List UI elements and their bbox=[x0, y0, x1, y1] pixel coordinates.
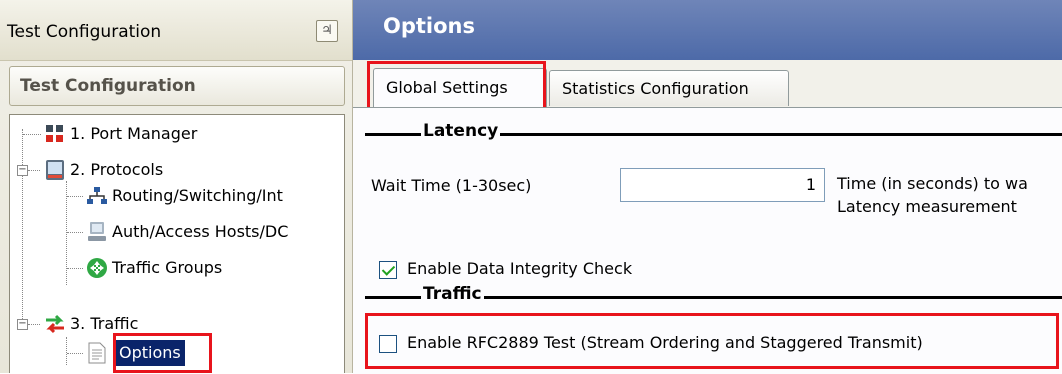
panel-titlebar: Test Configuration ♃ bbox=[0, 0, 352, 61]
tree-item-label: Traffic Groups bbox=[112, 258, 223, 277]
options-title: Options bbox=[383, 14, 475, 38]
tree-connector bbox=[67, 196, 83, 197]
tab-statistics-configuration[interactable]: Statistics Configuration bbox=[549, 70, 789, 106]
host-icon bbox=[88, 222, 106, 241]
document-icon bbox=[88, 342, 106, 364]
collapse-icon[interactable]: − bbox=[17, 165, 28, 176]
port-manager-icon bbox=[46, 125, 63, 142]
tree-item-protocols[interactable]: − 2. Protocols bbox=[10, 157, 340, 183]
tree-connector bbox=[67, 232, 83, 233]
test-configuration-header[interactable]: Test Configuration bbox=[9, 66, 345, 106]
options-panel: Options Statistics Configuration Global … bbox=[353, 0, 1062, 374]
tree-item-label: 2. Protocols bbox=[70, 160, 164, 179]
tree-item-label: Routing/Switching/Int bbox=[112, 186, 283, 205]
traffic-groups-icon bbox=[87, 258, 107, 278]
highlight-box-global-settings bbox=[367, 61, 546, 111]
tab-label: Statistics Configuration bbox=[562, 79, 749, 98]
data-integrity-label: Enable Data Integrity Check bbox=[407, 259, 633, 278]
traffic-icon bbox=[46, 314, 64, 334]
network-icon bbox=[87, 187, 107, 204]
collapse-icon[interactable]: − bbox=[17, 319, 28, 330]
tree-connector bbox=[67, 268, 83, 269]
data-integrity-checkbox[interactable] bbox=[379, 261, 397, 279]
tree-connector bbox=[23, 134, 41, 135]
protocols-icon bbox=[46, 160, 64, 180]
wait-time-input[interactable]: 1 bbox=[620, 168, 825, 202]
wait-time-label: Wait Time (1-30sec) bbox=[371, 176, 532, 195]
tree-item-port-manager[interactable]: 1. Port Manager bbox=[10, 121, 340, 147]
tree-item-auth-access-hosts[interactable]: Auth/Access Hosts/DC bbox=[10, 219, 340, 245]
highlight-box-options bbox=[113, 333, 212, 373]
tree-item-routing-switching[interactable]: Routing/Switching/Int bbox=[10, 183, 340, 209]
highlight-box-rfc2889 bbox=[365, 313, 1059, 369]
tree-item-traffic-groups[interactable]: Traffic Groups bbox=[10, 255, 340, 281]
options-titlebar: Options bbox=[353, 0, 1062, 60]
header-label: Test Configuration bbox=[20, 76, 196, 96]
tree-item-label: Auth/Access Hosts/DC bbox=[112, 222, 289, 241]
tree-connector bbox=[28, 324, 40, 325]
tree-connector bbox=[67, 353, 83, 354]
tree-item-label: 1. Port Manager bbox=[70, 124, 198, 143]
latency-section-title: Latency bbox=[421, 121, 501, 141]
wait-time-description: Time (in seconds) to wa bbox=[837, 174, 1028, 193]
traffic-section-title: Traffic bbox=[421, 284, 484, 304]
pin-icon[interactable]: ♃ bbox=[316, 20, 338, 42]
test-configuration-panel: Test Configuration ♃ Test Configuration … bbox=[0, 0, 353, 373]
panel-title: Test Configuration bbox=[7, 22, 162, 42]
tree-connector bbox=[28, 170, 40, 171]
wait-time-description-2: Latency measurement bbox=[837, 197, 1017, 216]
